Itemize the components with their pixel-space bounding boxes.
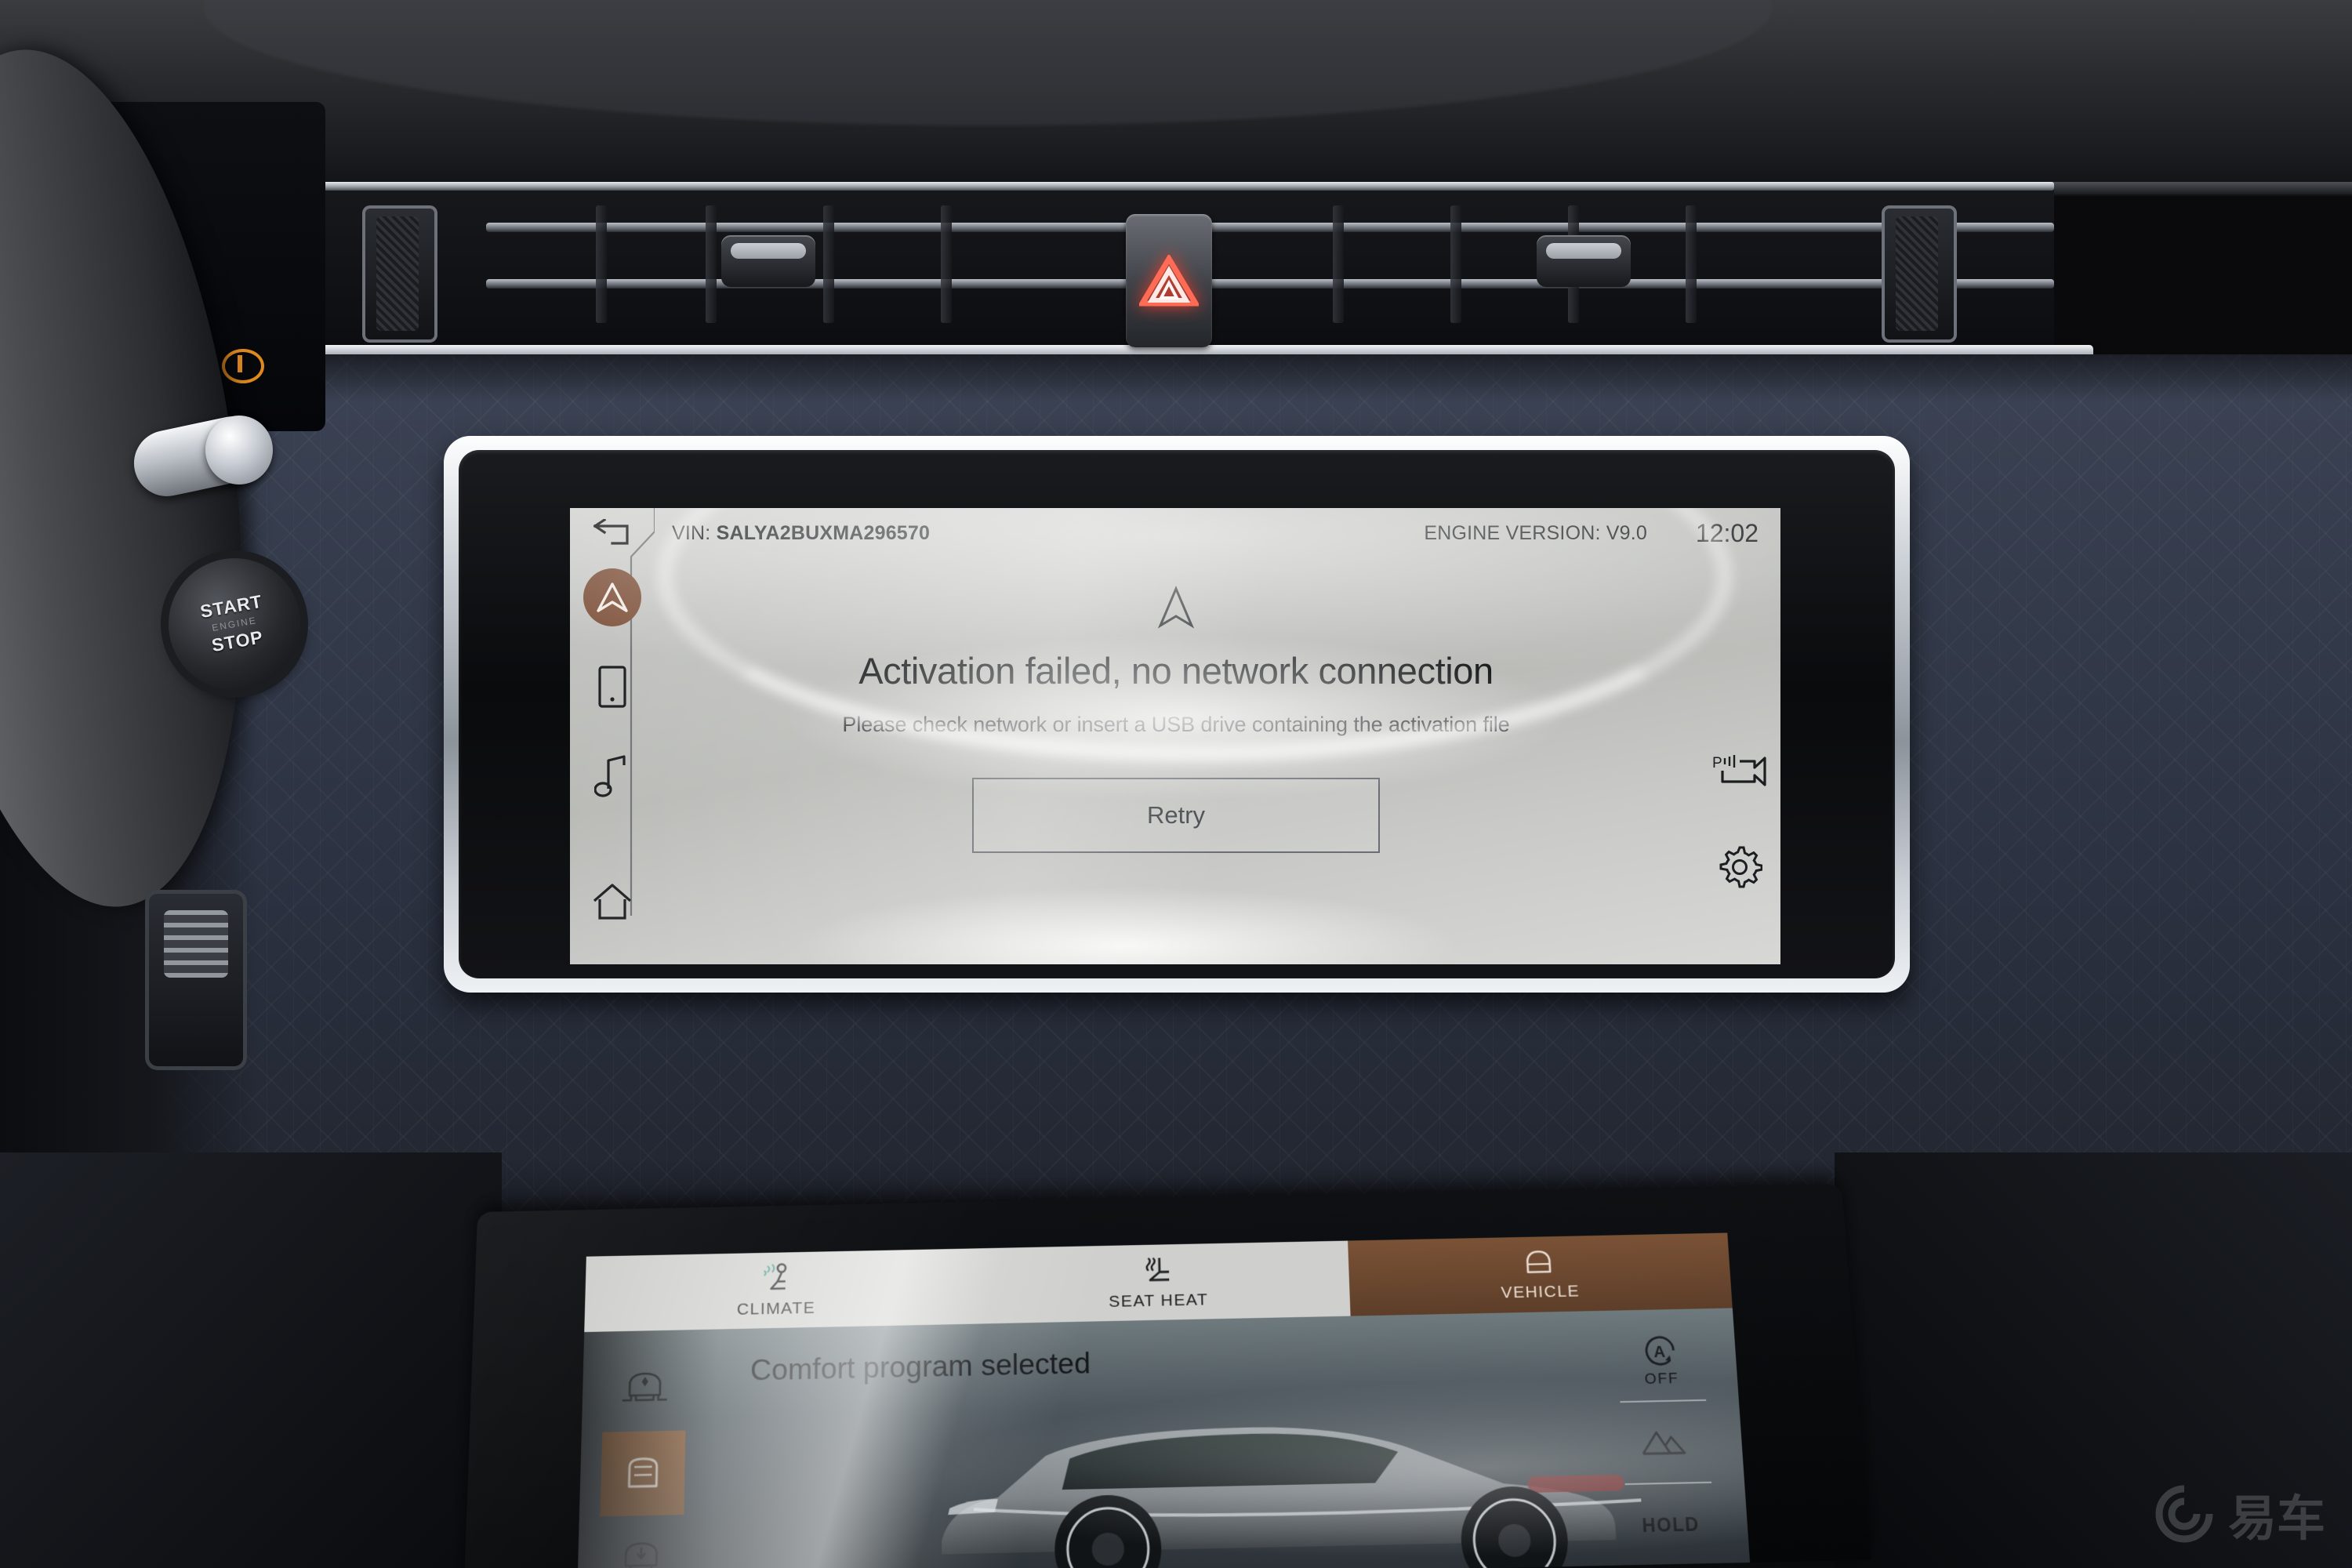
- vent-slat: [486, 223, 2054, 232]
- vent-blade[interactable]: [941, 205, 952, 323]
- mountains-icon: [1639, 1424, 1693, 1461]
- tab-vehicle[interactable]: VEHICLE: [1347, 1232, 1733, 1316]
- vent-blade[interactable]: [1686, 205, 1697, 323]
- fascia-shadow: [0, 354, 2352, 401]
- park-assist-camera-icon: P: [1712, 755, 1766, 786]
- gear-icon: [1719, 846, 1762, 888]
- sidebar-item-phone[interactable]: [578, 652, 647, 721]
- watermark: 易车: [2153, 1479, 2325, 1549]
- tab-climate[interactable]: CLIMATE: [584, 1249, 967, 1332]
- ivi-dialog: Activation failed, no network connection…: [655, 557, 1697, 964]
- vehicle-controls-rail: A OFF HOLD: [1599, 1319, 1733, 1567]
- vent-blade[interactable]: [1333, 205, 1344, 323]
- navigation-active-circle: [583, 568, 641, 626]
- vent-blade[interactable]: [596, 205, 607, 323]
- vin-display: VIN: SALYA2BUXMA296570: [672, 522, 930, 545]
- vin-label: VIN:: [672, 522, 711, 544]
- navigation-arrow-icon: [597, 583, 628, 612]
- dashboard-top-shade: [0, 0, 2352, 196]
- vent-direction-knob-right[interactable]: [1537, 235, 1631, 287]
- svg-text:P: P: [1712, 755, 1722, 771]
- warning-indicator-icon: [222, 349, 264, 383]
- park-assist-button[interactable]: P: [1708, 743, 1771, 806]
- hazard-warning-button[interactable]: [1126, 214, 1212, 347]
- climate-screen[interactable]: CLIMATE SEAT HEAT VEHICLE Comfort progra…: [577, 1232, 1751, 1568]
- navigation-arrow-outline-icon: [1157, 586, 1195, 629]
- car-front-icon: [1521, 1247, 1557, 1277]
- music-note-icon: [594, 755, 626, 797]
- tab-seat-heat-label: SEAT HEAT: [1109, 1290, 1209, 1311]
- back-arrow-icon[interactable]: [592, 519, 634, 546]
- climate-message: Comfort program selected: [750, 1346, 1091, 1387]
- home-icon: [593, 884, 632, 920]
- gear-stalk-cap[interactable]: [205, 416, 273, 485]
- seat-heat-icon: [1142, 1254, 1174, 1287]
- vent-direction-knob-left[interactable]: [721, 235, 815, 287]
- hill-hold-button[interactable]: HOLD: [1608, 1483, 1733, 1567]
- auto-stop-start-label: OFF: [1644, 1370, 1679, 1388]
- phone-icon: [598, 666, 626, 708]
- tab-seat-heat[interactable]: SEAT HEAT: [967, 1241, 1351, 1324]
- engine-version-label: ENGINE VERSION: V9.0: [1424, 522, 1647, 544]
- terrain-response-button[interactable]: [1603, 1400, 1728, 1483]
- vent-blade[interactable]: [1450, 205, 1461, 323]
- car-dashboard-photo: START ENGINE STOP VIN: SALYA2BUXMA296570…: [0, 0, 2352, 1568]
- dialog-subtitle: Please check network or insert a USB dri…: [842, 713, 1510, 736]
- climate-screen-bezel: CLIMATE SEAT HEAT VEHICLE Comfort progra…: [463, 1184, 1871, 1568]
- ivi-status-bar: VIN: SALYA2BUXMA296570 ENGINE VERSION: V…: [570, 508, 1780, 557]
- dialog-title: Activation failed, no network connection: [858, 650, 1494, 691]
- sidebar-item-navigation[interactable]: [578, 563, 647, 632]
- clock: 12:02: [1695, 519, 1759, 547]
- settings-button[interactable]: [1708, 836, 1771, 898]
- vent-chrome-trim-top: [298, 182, 2054, 191]
- watermark-text: 易车: [2227, 1490, 2325, 1547]
- svg-text:A: A: [1653, 1343, 1666, 1361]
- passenger-grab-handle[interactable]: [145, 890, 247, 1070]
- grab-handle-ribs: [164, 910, 228, 978]
- ivi-right-rail: P: [1694, 743, 1780, 939]
- auto-stop-start-button[interactable]: A OFF: [1599, 1319, 1722, 1402]
- vent-side-left[interactable]: [362, 205, 437, 343]
- ivi-left-rail: [570, 557, 655, 964]
- vent-side-right[interactable]: [1882, 205, 1957, 343]
- vent-blade[interactable]: [706, 205, 717, 323]
- console-left-panel: [0, 1152, 502, 1568]
- climate-left-shadow: [577, 1329, 720, 1568]
- sidebar-item-media[interactable]: [578, 742, 647, 811]
- dashboard-curve: [204, 0, 1772, 125]
- vent-blade[interactable]: [823, 205, 834, 323]
- hazard-triangle-icon: [1139, 255, 1199, 307]
- infotainment-screen[interactable]: VIN: SALYA2BUXMA296570 ENGINE VERSION: V…: [570, 508, 1780, 964]
- vin-value: SALYA2BUXMA296570: [716, 522, 931, 544]
- hill-hold-label: HOLD: [1641, 1513, 1700, 1536]
- tab-vehicle-label: VEHICLE: [1500, 1281, 1581, 1302]
- retry-button[interactable]: Retry: [972, 778, 1380, 853]
- vehicle-illustration: [941, 1420, 1693, 1568]
- sidebar-item-home[interactable]: [578, 867, 647, 936]
- yiche-circle-logo-icon: [2155, 1485, 2213, 1543]
- tab-climate-label: CLIMATE: [736, 1298, 816, 1319]
- seat-airflow-icon: [759, 1262, 794, 1294]
- auto-stop-start-icon: A: [1638, 1333, 1682, 1369]
